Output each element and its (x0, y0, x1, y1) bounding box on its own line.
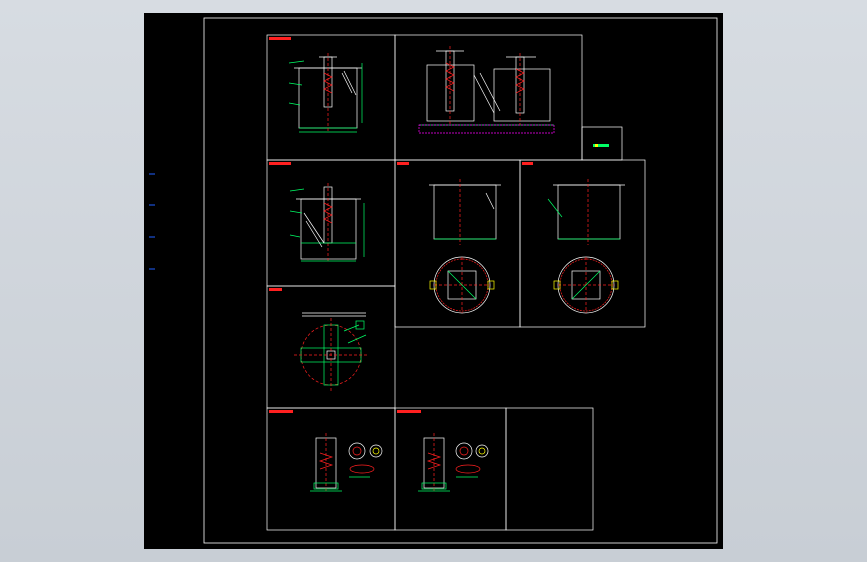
tank-section-and-plan-1 (429, 179, 501, 314)
title-block-mark (593, 144, 609, 147)
tank-elevation-view-2 (289, 183, 365, 263)
pump-detail-1 (310, 433, 383, 493)
tank-elevation-view-1 (288, 53, 363, 133)
margin-markers (149, 173, 155, 270)
agitator-cross-detail (294, 312, 369, 393)
pump-detail-2 (418, 433, 489, 493)
drawing-border-frame (203, 17, 718, 544)
tank-section-and-plan-2 (547, 179, 625, 314)
drawing-sheet (149, 17, 718, 544)
cad-drawing-canvas[interactable] (144, 13, 723, 549)
tank-pair-elevation-view (418, 46, 555, 134)
